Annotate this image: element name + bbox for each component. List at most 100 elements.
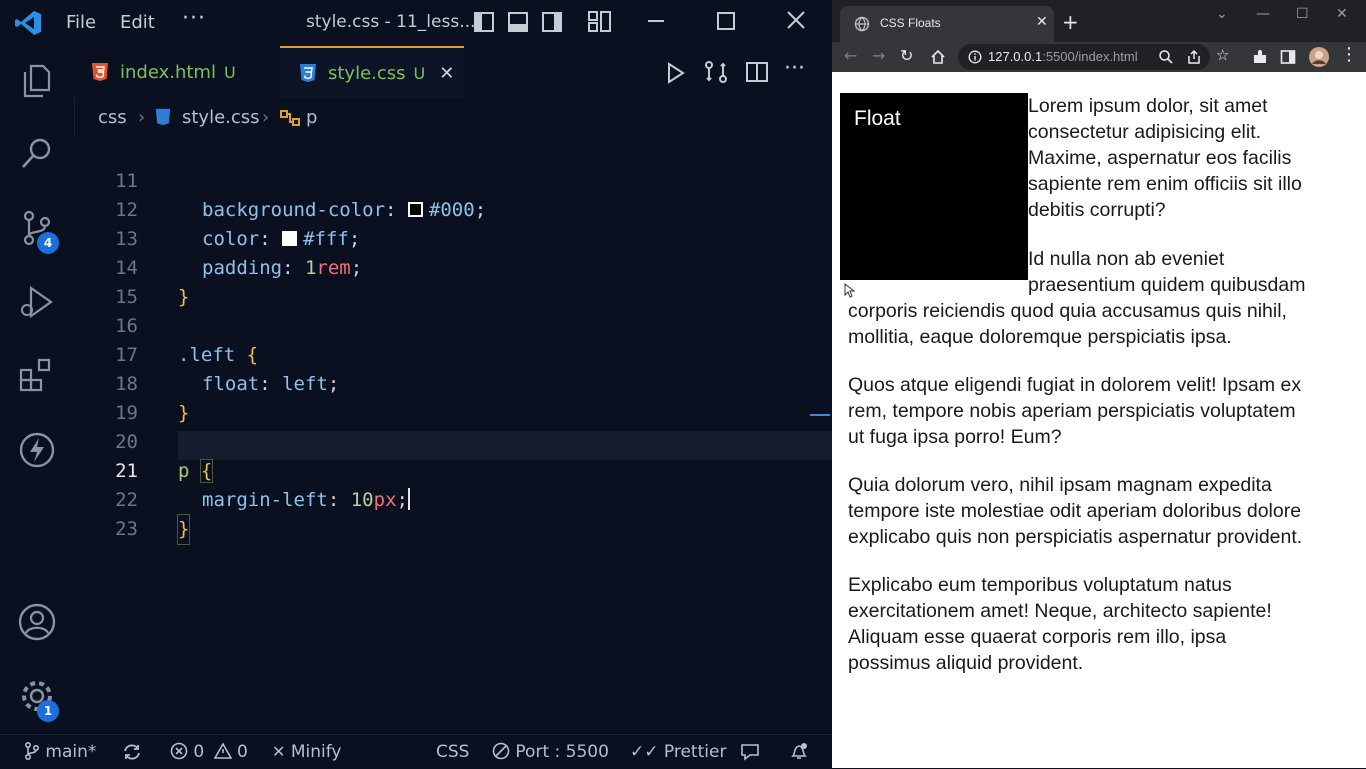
text-line: Id nulla non ab eveniet (1028, 248, 1225, 270)
menu-edit[interactable]: Edit (120, 12, 155, 33)
code-line: 23 (74, 486, 832, 540)
html5-icon (92, 63, 108, 81)
vscode-window: File Edit ··· style.css - 11_less... 4 1… (0, 0, 832, 769)
breadcrumb-file[interactable]: style.css (182, 107, 260, 128)
tab-index-html[interactable]: index.html U (74, 46, 278, 98)
minify-icon: ✕ (272, 742, 286, 761)
maximize-button[interactable] (706, 8, 746, 38)
tab-filename: style.css (328, 62, 406, 84)
code-line: 15 (74, 254, 832, 308)
minimize-button[interactable] (636, 8, 676, 38)
extensions-icon[interactable] (17, 356, 57, 396)
code-editor[interactable]: 11 background-color: #000; 12 color: #ff… (74, 138, 832, 734)
editor-tabs: index.html U style.css U ✕ ··· (74, 46, 832, 98)
back-icon[interactable]: ← (844, 46, 857, 65)
text-line: tempore iste molestiae odit aperiam dolo… (848, 500, 1302, 522)
toggle-secondary-sidebar-icon[interactable] (542, 12, 562, 32)
prettier-status[interactable]: ✓✓ Prettier (630, 742, 726, 762)
minimize-icon (648, 20, 664, 22)
explorer-icon[interactable] (17, 60, 57, 100)
new-tab-button[interactable]: + (1062, 10, 1079, 34)
minimize-icon[interactable]: — (1256, 6, 1270, 22)
text-line: praesentium quidem quibusdam (1028, 274, 1306, 296)
more-actions-icon[interactable]: ··· (784, 56, 805, 81)
side-panel-icon[interactable] (1280, 49, 1296, 65)
extensions-icon[interactable] (1252, 49, 1268, 65)
reload-icon[interactable]: ↻ (900, 46, 913, 65)
share-icon[interactable] (1186, 49, 1202, 65)
menu-more[interactable]: ··· (182, 6, 206, 31)
text-line: debitis corrupti? (1028, 199, 1166, 221)
live-server-status[interactable]: Port : 5500 (492, 742, 609, 762)
browser-menu-icon[interactable]: ⋮ (1340, 44, 1358, 65)
sync-icon[interactable] (122, 743, 142, 761)
tab-style-css[interactable]: style.css U ✕ (280, 46, 464, 98)
code-line: 16 .left { (74, 283, 832, 366)
branch-name: main* (45, 742, 97, 762)
code-line: 18 } (74, 341, 832, 424)
manage-button[interactable]: 1 (17, 676, 67, 726)
css3-icon (155, 108, 171, 126)
close-tab-button[interactable]: ✕ (439, 63, 454, 84)
info-icon (968, 50, 982, 64)
toggle-panel-icon[interactable] (508, 12, 528, 32)
code-line: 17 float: left; (74, 312, 832, 395)
float-box: Float (840, 93, 1028, 280)
title-bar: File Edit ··· style.css - 11_less... (0, 0, 832, 46)
search-icon[interactable] (17, 134, 57, 174)
source-control-button[interactable]: 4 (17, 208, 67, 258)
run-icon[interactable] (666, 62, 686, 84)
port-label: Port : 5500 (515, 742, 609, 762)
text-line: Aliquam esse quaerat corporis rem illo, … (848, 626, 1227, 648)
source-control-badge: 4 (37, 232, 59, 254)
open-changes-icon[interactable] (704, 60, 728, 84)
browser-tab[interactable]: CSS Floats ✕ (840, 6, 1054, 42)
close-icon[interactable]: ✕ (1336, 6, 1348, 22)
error-icon (170, 742, 188, 760)
language-mode[interactable]: CSS (436, 742, 469, 762)
toggle-primary-sidebar-icon[interactable] (474, 12, 494, 32)
warning-count: 0 (237, 742, 248, 762)
zoom-icon[interactable] (1158, 49, 1174, 65)
accounts-icon[interactable] (17, 602, 57, 642)
text-line: Lorem ipsum dolor, sit amet (1028, 95, 1268, 117)
text-line: sapiente rem enim officiis sit illo (1028, 173, 1302, 195)
maximize-icon (717, 12, 735, 30)
live-server-icon[interactable] (17, 430, 57, 470)
symbol-class-icon (280, 110, 300, 126)
run-debug-icon[interactable] (17, 282, 57, 322)
tab-search-icon[interactable]: ⌄ (1216, 6, 1228, 22)
text-line: Quos atque eligendi fugiat in dolorem ve… (848, 374, 1302, 396)
text-line: corporis reiciendis quod quia accusamus … (848, 300, 1287, 322)
close-tab-icon[interactable]: ✕ (1036, 14, 1048, 30)
text-line: Maxime, aspernatur eos facilis (1028, 147, 1292, 169)
breadcrumb-symbol[interactable]: p (306, 107, 317, 128)
feedback-icon[interactable] (740, 743, 760, 761)
notifications-icon[interactable] (790, 742, 808, 762)
vscode-logo-icon (15, 11, 41, 35)
split-editor-icon[interactable] (746, 62, 768, 82)
customize-layout-icon[interactable] (588, 11, 612, 33)
breadcrumb-folder[interactable]: css (98, 107, 127, 128)
avatar[interactable] (1308, 46, 1330, 68)
bookmark-star-icon[interactable]: ☆ (1216, 46, 1229, 64)
maximize-icon[interactable]: ☐ (1296, 6, 1309, 22)
close-window-button[interactable] (776, 8, 816, 38)
code-line: 11 background-color: #000; (74, 138, 832, 221)
home-icon[interactable] (930, 49, 946, 65)
text-line: Explicabo eum temporibus voluptatum natu… (848, 574, 1232, 596)
menu-file[interactable]: File (66, 12, 96, 33)
warning-icon (213, 742, 233, 759)
code-line: 19 (74, 370, 832, 424)
forward-icon[interactable]: → (872, 46, 885, 65)
code-line: 14 } (74, 225, 832, 308)
untracked-indicator: U (223, 62, 236, 82)
error-count: 0 (193, 742, 205, 762)
tab-filename: index.html (120, 61, 216, 83)
minify-status[interactable]: ✕ Minify (272, 742, 341, 762)
problems-status[interactable]: 0 0 (170, 742, 248, 762)
branch-status[interactable]: main* (24, 741, 97, 762)
globe-icon (854, 16, 870, 32)
float-box-label: Float (854, 107, 901, 130)
breadcrumb: css › style.css › p (74, 98, 832, 138)
